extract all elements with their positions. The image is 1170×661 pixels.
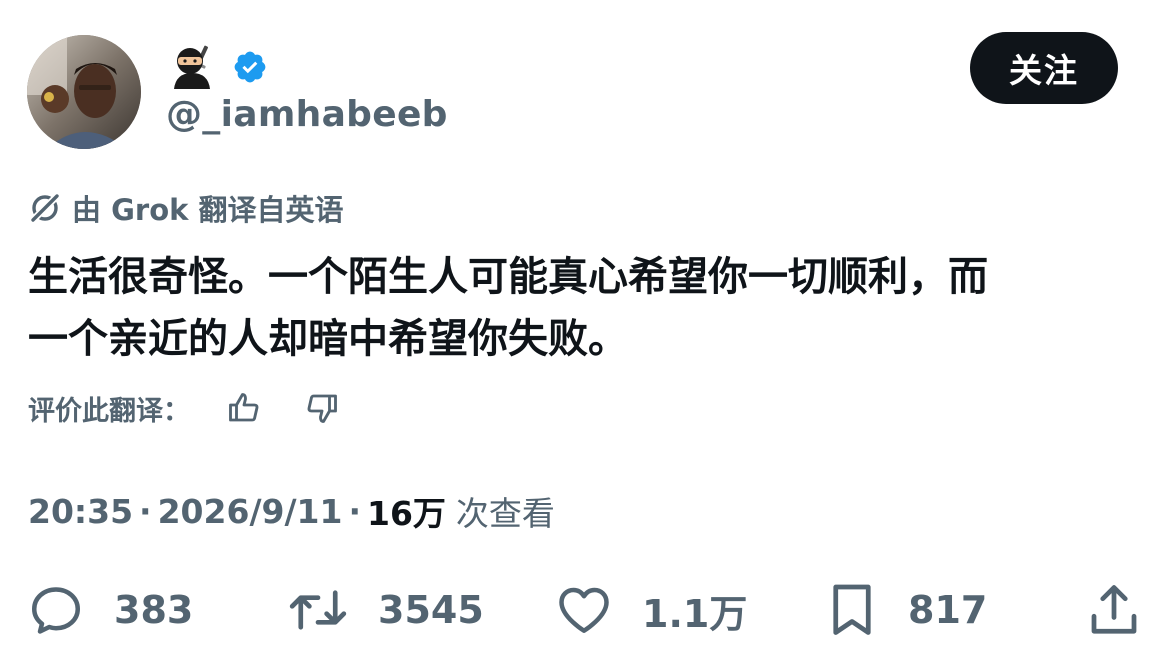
reply-icon (32, 587, 80, 634)
tweet-text-line: 一个亲近的人却暗中希望你失败。 (28, 316, 628, 362)
like-count: 1.1万 (642, 591, 748, 636)
tweet-time[interactable]: 20:35 (28, 492, 133, 531)
translation-label: 由 Grok 翻译自英语 (72, 193, 344, 227)
avatar[interactable] (27, 35, 141, 149)
share-button[interactable] (1086, 578, 1142, 642)
tweet-text-line: 生活很奇怪。一个陌生人可能真心希望你一切顺利，而 (28, 254, 988, 300)
thumbs-down-icon[interactable] (304, 390, 340, 426)
meta-separator: · (348, 491, 361, 531)
heart-icon (559, 587, 609, 633)
action-bar: 383 3545 1.1万 817 (0, 578, 1170, 642)
rate-translation-label: 评价此翻译： (28, 395, 190, 427)
translation-notice: 由 Grok 翻译自英语 (28, 186, 344, 230)
grok-icon (29, 192, 61, 224)
views-count: 16万 (366, 494, 446, 533)
verified-badge-icon[interactable] (232, 49, 268, 85)
meta-separator: · (139, 491, 152, 531)
tweet-meta: 20:35 · 2026/9/11 · 16万 次查看 (28, 488, 555, 534)
views-label: 次查看 (455, 494, 555, 533)
like-button[interactable]: 1.1万 (554, 578, 747, 642)
thumbs-up-icon[interactable] (226, 390, 262, 426)
repost-button[interactable]: 3545 (286, 578, 484, 642)
reply-count: 383 (114, 588, 194, 632)
avatar-photo (27, 35, 141, 149)
repost-icon (289, 590, 347, 630)
tweet-text: 生活很奇怪。一个陌生人可能真心希望你一切顺利，而 一个亲近的人却暗中希望你失败。 (28, 246, 1138, 370)
repost-count: 3545 (378, 588, 484, 632)
bookmark-button[interactable]: 817 (824, 578, 987, 642)
ninja-emoji-icon (174, 45, 210, 89)
bookmark-count: 817 (908, 588, 988, 632)
user-handle[interactable]: @_iamhabeeb (166, 94, 448, 135)
rate-translation: 评价此翻译： (28, 386, 340, 430)
bookmark-icon (833, 584, 871, 635)
reply-button[interactable]: 383 (26, 578, 193, 642)
display-name[interactable] (168, 44, 268, 90)
follow-button[interactable]: 关注 (970, 32, 1118, 104)
tweet-date[interactable]: 2026/9/11 (158, 492, 343, 531)
share-icon (1091, 585, 1137, 634)
tweet-detail: @_iamhabeeb 关注 由 Grok 翻译自英语 生活很奇怪。一个陌生人可… (0, 0, 1170, 661)
